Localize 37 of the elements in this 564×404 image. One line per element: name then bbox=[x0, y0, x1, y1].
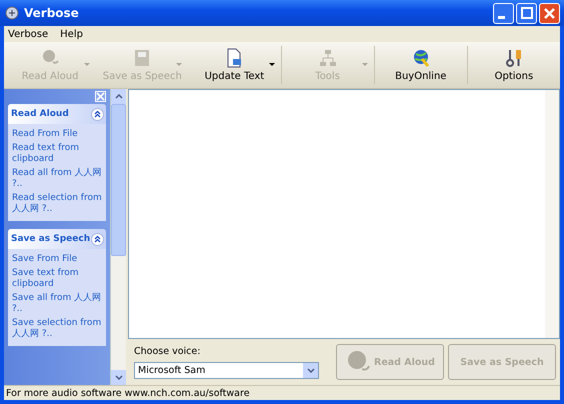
close-button[interactable] bbox=[95, 91, 106, 102]
close-icon bbox=[544, 8, 555, 18]
minimize-icon bbox=[498, 16, 505, 18]
pane-title: Read Aloud bbox=[11, 109, 69, 119]
scroll-up-button[interactable] bbox=[111, 89, 126, 104]
task-link[interactable]: Read text from clipboard bbox=[12, 143, 103, 165]
pane-header[interactable]: Save as Speech bbox=[8, 229, 106, 249]
pane-title: Save as Speech bbox=[11, 234, 90, 244]
scroll-thumb[interactable] bbox=[111, 104, 126, 256]
task-link[interactable]: Read selection from 人人网 ?.. bbox=[12, 193, 103, 215]
menu-item[interactable]: Help bbox=[60, 28, 83, 40]
toolbar-button[interactable]: BuyOnline bbox=[374, 43, 467, 87]
scroll-down-button[interactable] bbox=[111, 370, 126, 385]
scrollbar[interactable] bbox=[110, 89, 126, 385]
hierarchy-icon bbox=[318, 48, 338, 68]
task-link[interactable]: Save selection from 人人网 ?.. bbox=[12, 318, 103, 340]
task-link[interactable]: Save all from 人人网 ?.. bbox=[12, 293, 103, 315]
task-link[interactable]: Save text from clipboard bbox=[12, 268, 103, 290]
chevron-icon[interactable] bbox=[91, 232, 104, 246]
status-text: For more audio software www.nch.com.au/software bbox=[6, 388, 250, 398]
chevron-icon[interactable] bbox=[91, 108, 104, 120]
tools-icon bbox=[504, 48, 524, 68]
voice-dropdown[interactable]: Microsoft Sam bbox=[134, 362, 319, 378]
toolbar-button[interactable]: Options bbox=[468, 43, 560, 87]
task-link[interactable]: Read all from 人人网 ?.. bbox=[12, 168, 103, 190]
task-link[interactable]: Save From File bbox=[12, 254, 103, 265]
menu-item[interactable]: Verbose bbox=[8, 28, 48, 40]
minimize-button[interactable] bbox=[493, 2, 514, 24]
maximize-icon bbox=[520, 7, 532, 19]
pane-header[interactable]: Read Aloud bbox=[8, 104, 106, 124]
voice-label: Choose voice: bbox=[134, 346, 202, 356]
scrollbar[interactable] bbox=[545, 90, 559, 338]
maximize-button[interactable] bbox=[516, 2, 537, 24]
window-title: Verbose bbox=[24, 6, 80, 20]
toolbar-button[interactable]: Update Text bbox=[188, 43, 281, 87]
close-button[interactable] bbox=[539, 2, 560, 24]
task-link[interactable]: Read From File bbox=[12, 129, 103, 140]
